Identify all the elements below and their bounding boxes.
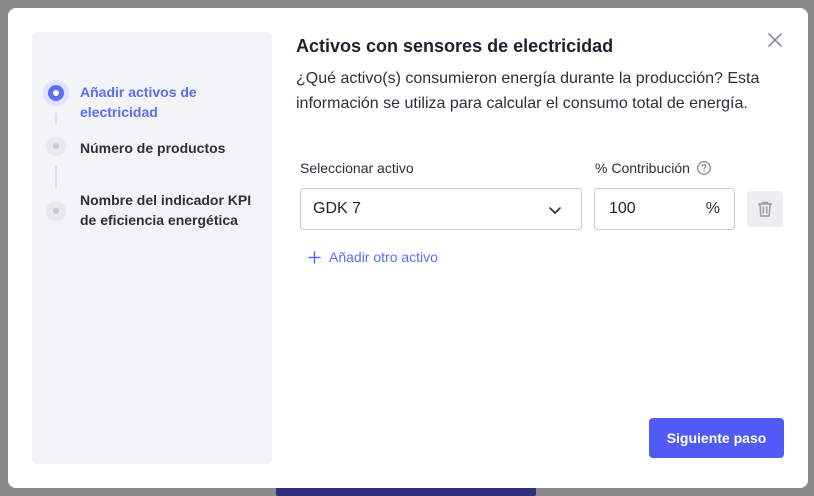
modal-title: Activos con sensores de electricidad — [296, 36, 614, 56]
trash-icon — [757, 201, 773, 217]
step-label: Añadir activos de electricidad — [80, 84, 197, 120]
step-product-count[interactable]: Número de productos — [32, 134, 272, 162]
step-indicator-active — [41, 78, 71, 108]
add-asset-button[interactable]: Añadir otro activo — [308, 249, 438, 265]
step-indicator-pending — [41, 131, 71, 161]
asset-select[interactable]: GDK 7 — [300, 188, 582, 230]
stepper-sidebar: Añadir activos de electricidad Número de… — [32, 32, 272, 464]
step-label: Nombre del indicador KPI de eficiencia e… — [80, 192, 252, 228]
step-kpi-name[interactable]: Nombre del indicador KPI de eficiencia e… — [32, 192, 272, 238]
step-indicator-pending — [41, 196, 71, 226]
contribution-label: % Contribución — [595, 160, 690, 176]
close-button[interactable] — [765, 30, 785, 50]
asset-select-value: GDK 7 — [313, 200, 362, 217]
contribution-unit: % — [705, 200, 720, 217]
step-connector — [55, 166, 57, 188]
contribution-label-wrap: % Contribución — [595, 160, 712, 179]
asset-select-label: Seleccionar activo — [300, 160, 414, 176]
modal-description: ¿Qué activo(s) consumieron energía duran… — [296, 70, 760, 112]
chevron-down-icon — [549, 207, 561, 214]
plus-icon — [308, 250, 321, 264]
close-icon — [768, 33, 782, 47]
contribution-input[interactable] — [609, 200, 704, 218]
delete-asset-button[interactable] — [747, 191, 783, 227]
add-asset-label: Añadir otro activo — [329, 249, 438, 265]
step-label: Número de productos — [80, 140, 226, 156]
step-add-electricity-assets[interactable]: Añadir activos de electricidad — [32, 78, 272, 120]
next-step-button[interactable]: Siguiente paso — [649, 418, 784, 458]
step-connector — [55, 113, 57, 125]
modal-dialog: Añadir activos de electricidad Número de… — [8, 8, 808, 488]
help-circle-icon[interactable] — [696, 160, 712, 179]
contribution-field: % — [594, 188, 735, 230]
